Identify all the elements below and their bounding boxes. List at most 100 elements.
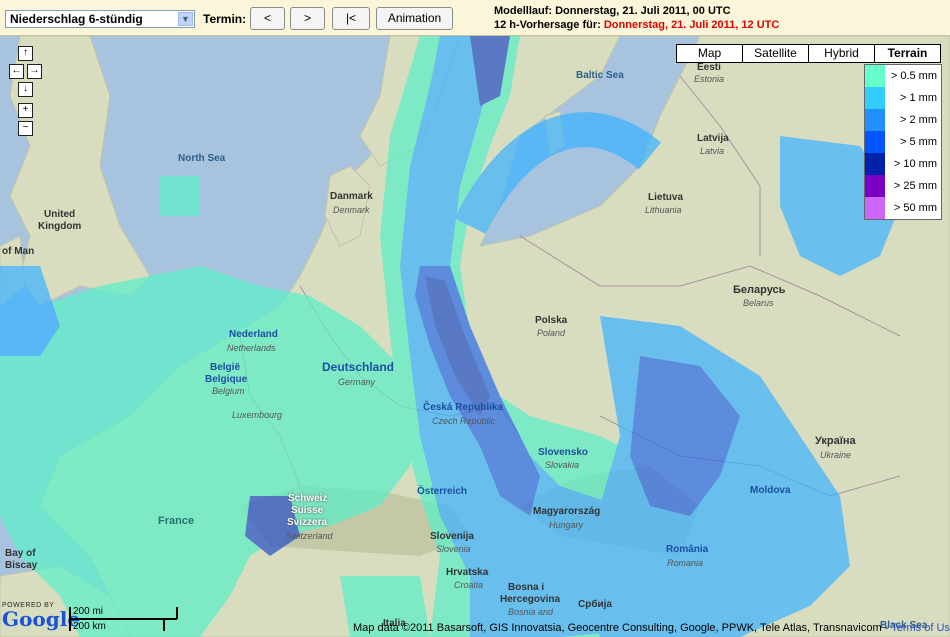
map-type-terrain[interactable]: Terrain: [874, 44, 941, 63]
label-eesti: Eesti: [697, 62, 721, 73]
label-biscay: Biscay: [5, 560, 38, 571]
first-button[interactable]: |<: [332, 7, 370, 30]
label-lietuva: Lietuva: [648, 192, 684, 203]
forecast-text: 12 h-Vorhersage für: Donnerstag, 21. Jul…: [494, 18, 779, 32]
legend-row: > 1 mm: [865, 87, 941, 109]
label-ceska: Česká Republika: [423, 402, 504, 413]
precipitation-legend: > 0.5 mm > 1 mm > 2 mm > 5 mm > 10 mm > …: [864, 64, 942, 220]
terms-of-use-link[interactable]: Terms of Use: [891, 622, 950, 634]
label-latvija: Latvija: [697, 133, 729, 144]
label-slovenija: Slovenija: [430, 531, 474, 542]
legend-label: > 50 mm: [893, 202, 937, 214]
label-bosnia: Bosnia and: [508, 607, 554, 617]
label-slovenia: Slovenia: [436, 544, 471, 554]
label-deutschland: Deutschland: [322, 360, 395, 374]
forecast-date: Donnerstag, 21. Juli 2011, 12 UTC: [603, 19, 780, 31]
scale-bar: 200 mi 200 km: [69, 605, 179, 633]
map-type-hybrid[interactable]: Hybrid: [808, 44, 875, 63]
label-belgie: België: [210, 362, 241, 373]
product-select[interactable]: Niederschlag 6-stündig ▼: [5, 10, 195, 28]
next-button[interactable]: >: [290, 7, 325, 30]
legend-label: > 5 mm: [900, 136, 937, 148]
label-danmark: Danmark: [330, 191, 373, 202]
label-hercegovina: Hercegovina: [500, 594, 561, 605]
legend-swatch: [865, 153, 885, 175]
label-baltic-sea: Baltic Sea: [576, 70, 624, 81]
label-hrvatska: Hrvatska: [446, 567, 489, 578]
model-run-text: Modelllauf: Donnerstag, 21. Juli 2011, 0…: [494, 5, 731, 17]
scale-miles: 200 mi: [73, 606, 104, 617]
legend-swatch: [865, 87, 885, 109]
label-hungary: Hungary: [549, 520, 584, 530]
zoom-in-button[interactable]: +: [18, 103, 33, 118]
legend-label: > 25 mm: [893, 180, 937, 192]
label-belarus-native: Беларусь: [733, 284, 786, 296]
legend-row: > 2 mm: [865, 109, 941, 131]
product-select-value: Niederschlag 6-stündig: [10, 12, 143, 26]
label-romania-en: Romania: [667, 558, 704, 568]
label-germany: Germany: [338, 377, 376, 387]
label-luxembourg: Luxembourg: [232, 410, 283, 420]
label-slovensko: Slovensko: [538, 447, 589, 458]
precip-uk-cyan: [160, 176, 200, 216]
forecast-prefix: 12 h-Vorhersage für:: [494, 19, 601, 31]
label-belgium: Belgium: [212, 386, 245, 396]
map-svg: [0, 36, 950, 637]
run-info: Modelllauf: Donnerstag, 21. Juli 2011, 0…: [494, 4, 779, 32]
label-osterreich: Österreich: [417, 486, 468, 497]
label-ukraine: Ukraine: [820, 450, 852, 460]
legend-row: > 10 mm: [865, 153, 941, 175]
legend-row: > 25 mm: [865, 175, 941, 197]
legend-row: > 0.5 mm: [865, 65, 941, 87]
label-switzerland: Switzerland: [286, 531, 333, 541]
legend-swatch: [865, 131, 885, 153]
label-slovakia: Slovakia: [545, 460, 580, 470]
legend-row: > 50 mm: [865, 197, 941, 219]
prev-button[interactable]: <: [250, 7, 285, 30]
legend-swatch: [865, 197, 885, 219]
legend-swatch: [865, 65, 885, 87]
legend-label: > 1 mm: [900, 92, 937, 104]
label-kingdom: Kingdom: [38, 221, 82, 232]
pan-down-button[interactable]: ↓: [18, 82, 33, 97]
label-denmark: Denmark: [333, 205, 370, 215]
label-croatia: Croatia: [454, 580, 484, 590]
label-france: France: [158, 515, 195, 527]
label-magyarorszag: Magyarország: [533, 506, 601, 517]
label-netherlands: Netherlands: [227, 343, 276, 353]
label-belarus: Belarus: [743, 298, 774, 308]
map-type-satellite[interactable]: Satellite: [742, 44, 809, 63]
label-north-sea: North Sea: [178, 153, 226, 164]
zoom-out-button[interactable]: −: [18, 121, 33, 136]
label-bay-of: Bay of: [5, 548, 36, 559]
label-latvia: Latvia: [700, 146, 725, 156]
legend-label: > 0.5 mm: [890, 70, 937, 82]
chevron-down-icon[interactable]: ▼: [178, 12, 193, 26]
animation-button[interactable]: Animation: [376, 7, 453, 30]
label-poland: Poland: [537, 328, 566, 338]
pan-left-button[interactable]: ←: [9, 64, 24, 79]
label-srbija: Србија: [578, 599, 612, 610]
label-nederland: Nederland: [229, 329, 278, 340]
label-lithuania: Lithuania: [645, 205, 682, 215]
label-romania: România: [666, 544, 709, 555]
map-credit: Map data ©2011 Basarsoft, GIS Innovatsia…: [353, 622, 950, 634]
label-ukraina-native: Україна: [815, 435, 856, 447]
pan-up-button[interactable]: ↑: [18, 46, 33, 61]
label-bosna: Bosna i: [508, 582, 545, 593]
pan-right-button[interactable]: →: [27, 64, 42, 79]
label-belgique: Belgique: [205, 374, 248, 385]
label-schweiz: Schweiz: [288, 493, 328, 504]
map-type-control: Map Satellite Hybrid Terrain: [676, 44, 941, 63]
map-type-map[interactable]: Map: [676, 44, 743, 63]
label-united: United: [44, 209, 76, 220]
label-svizzera: Svizzera: [287, 517, 328, 528]
label-isle-of-man: of Man: [2, 246, 35, 257]
legend-swatch: [865, 175, 885, 197]
label-czech: Czech Republic: [432, 416, 496, 426]
label-suisse: Suisse: [291, 505, 324, 516]
map-canvas[interactable]: North Sea Baltic Sea Black Sea Bay of Bi…: [0, 36, 950, 637]
label-moldova: Moldova: [750, 485, 791, 496]
toolbar: Niederschlag 6-stündig ▼ Termin: < > |< …: [0, 0, 950, 36]
legend-label: > 10 mm: [893, 158, 937, 170]
